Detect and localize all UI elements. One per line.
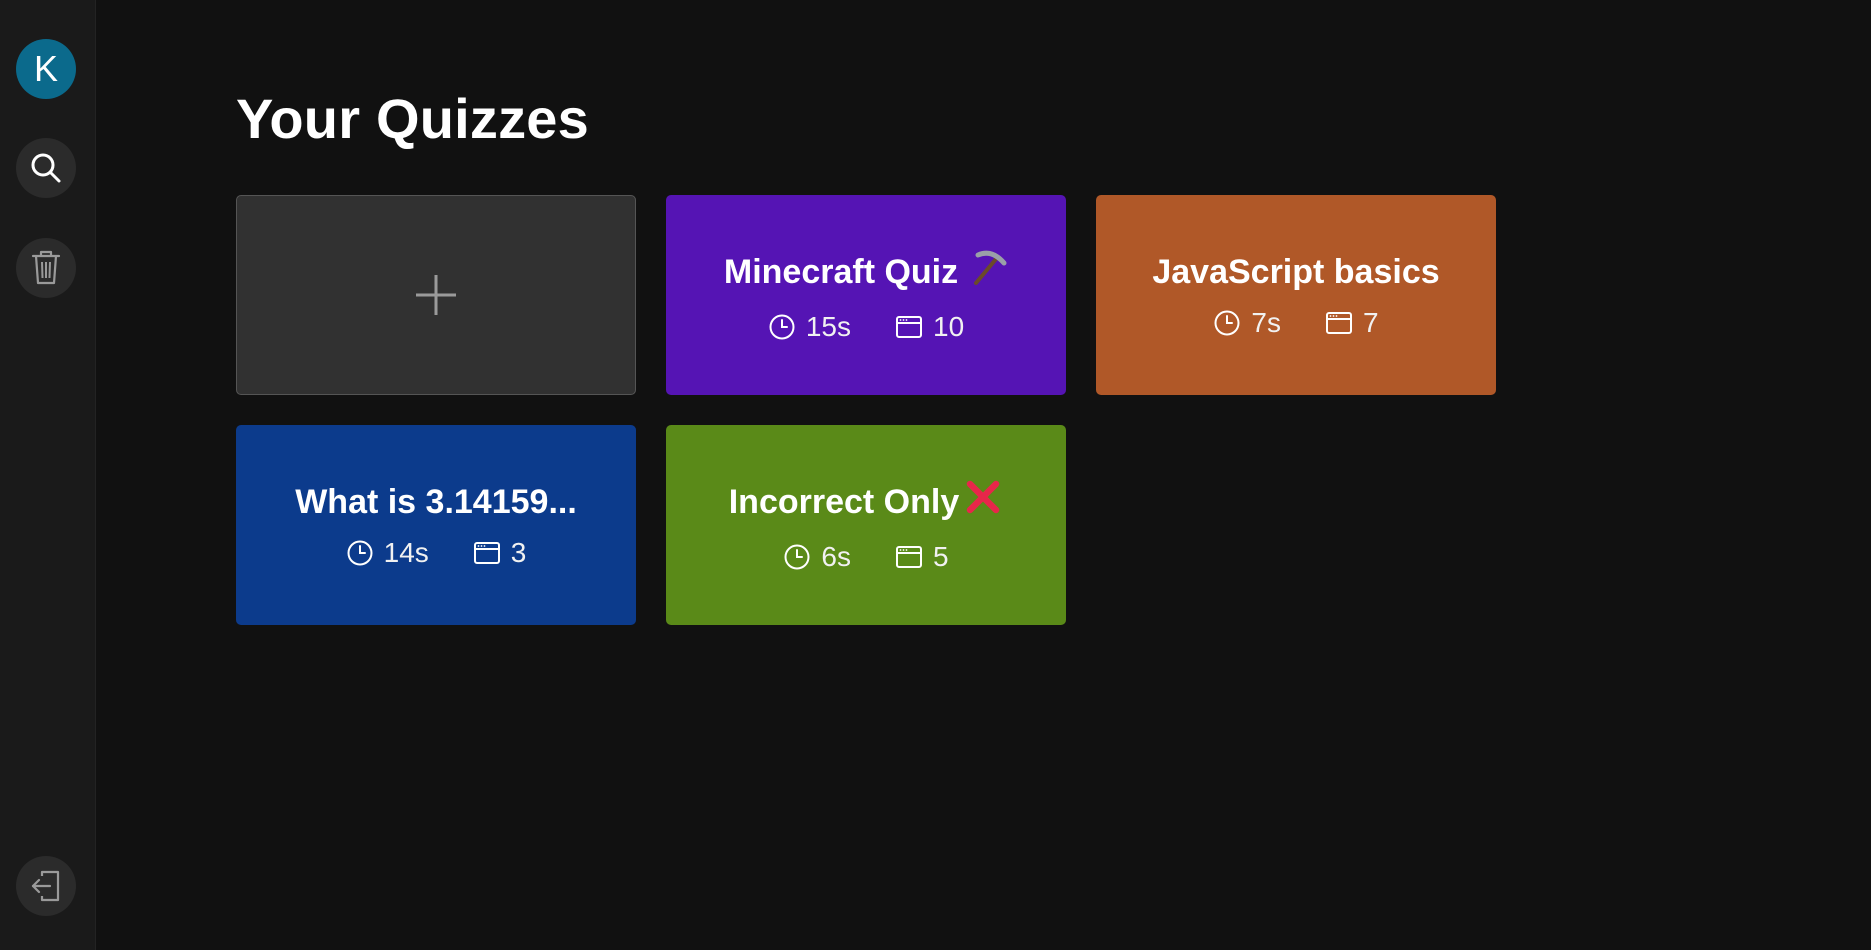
- quiz-time-value: 15s: [805, 311, 851, 342]
- plus-icon: [416, 275, 456, 315]
- quiz-meta: 7s 7: [1213, 307, 1379, 339]
- clock-icon: [1214, 310, 1240, 336]
- quiz-questions-value: 5: [933, 541, 949, 572]
- trash-button[interactable]: [16, 238, 76, 298]
- quiz-card-minecraft[interactable]: Minecraft Quiz 15s 10: [666, 195, 1066, 395]
- trash-icon: [31, 250, 61, 285]
- quiz-title-text: What is 3.14159...: [295, 483, 577, 521]
- quiz-questions: 10: [895, 311, 964, 343]
- quiz-time-value: 7s: [1251, 307, 1281, 338]
- quiz-card-pi[interactable]: What is 3.14159... 14s 3: [236, 425, 636, 625]
- search-icon: [31, 153, 61, 183]
- clock-icon: [769, 314, 795, 340]
- quiz-title-text: Incorrect Only: [728, 483, 960, 521]
- quiz-questions: 5: [895, 541, 949, 573]
- window-icon: [473, 542, 500, 564]
- clock-icon: [784, 544, 810, 570]
- quiz-meta: 15s 10: [768, 311, 964, 343]
- window-icon: [896, 546, 922, 568]
- quiz-questions: 7: [1325, 307, 1379, 339]
- quiz-time-value: 14s: [383, 537, 429, 568]
- clock-icon: [347, 540, 373, 566]
- quiz-title: JavaScript basics: [1152, 251, 1439, 293]
- window-icon: [896, 316, 922, 338]
- add-quiz-card[interactable]: [236, 195, 636, 395]
- window-icon: [1326, 312, 1352, 334]
- search-button[interactable]: [16, 138, 76, 198]
- quiz-card-javascript[interactable]: JavaScript basics 7s 7: [1096, 195, 1496, 395]
- quiz-time: 15s: [768, 311, 851, 343]
- pickaxe-icon: [968, 247, 1008, 297]
- quiz-meta: 6s 5: [783, 541, 949, 573]
- avatar[interactable]: K: [16, 39, 76, 99]
- avatar-initial: K: [33, 48, 58, 89]
- cross-mark-icon: [963, 477, 1003, 527]
- quiz-questions-value: 10: [933, 311, 965, 342]
- main-content: Your Quizzes Minecraft Quiz 15s 10 JavaS…: [96, 0, 1871, 950]
- quiz-title-text: JavaScript basics: [1152, 253, 1440, 291]
- quiz-title: Minecraft Quiz: [724, 247, 1008, 297]
- quiz-time: 6s: [783, 541, 851, 573]
- quiz-title-text: Minecraft Quiz: [723, 253, 959, 291]
- sidebar: K: [0, 0, 96, 950]
- page-title: Your Quizzes: [236, 87, 589, 150]
- quiz-title: What is 3.14159...: [295, 481, 577, 523]
- quiz-time-value: 6s: [821, 541, 851, 572]
- quiz-card-incorrect-only[interactable]: Incorrect Only 6s 5: [666, 425, 1066, 625]
- quiz-time: 7s: [1213, 307, 1281, 339]
- quiz-title: Incorrect Only: [729, 477, 1004, 527]
- quiz-questions-value: 7: [1363, 307, 1379, 338]
- logout-button[interactable]: [16, 856, 76, 916]
- logout-icon: [31, 870, 60, 902]
- quiz-questions: 3: [473, 537, 527, 569]
- quiz-questions-value: 3: [510, 537, 527, 568]
- quiz-time: 14s: [346, 537, 429, 569]
- app: K Your Quizzes Minecraft Quiz 15s 10 Jav…: [0, 0, 1871, 950]
- quiz-meta: 14s 3: [346, 537, 527, 569]
